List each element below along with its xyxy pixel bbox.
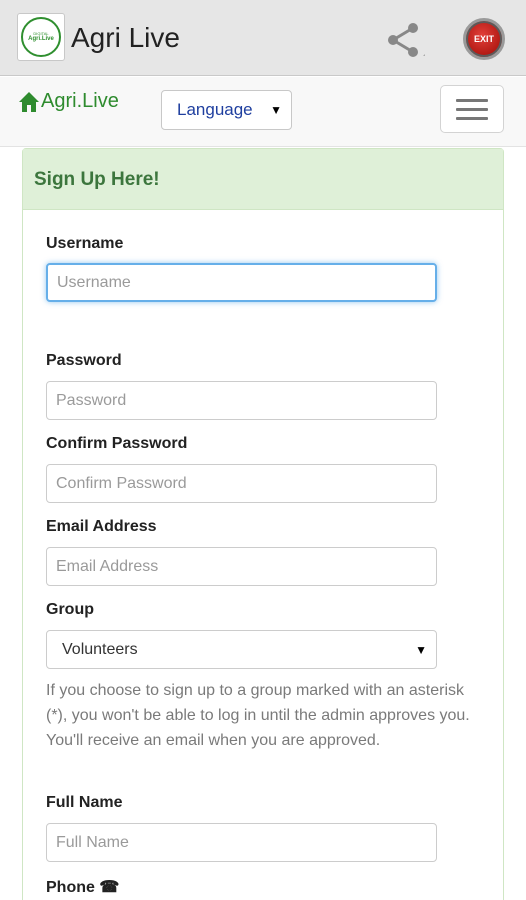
- home-icon: [19, 91, 39, 112]
- confirm-password-input[interactable]: [46, 464, 437, 503]
- hamburger-line: [456, 98, 488, 102]
- email-input[interactable]: [46, 547, 437, 586]
- share-button[interactable]: [382, 18, 428, 62]
- group-select[interactable]: Volunteers ▼: [46, 630, 437, 669]
- language-select-value: Language: [177, 100, 253, 119]
- username-label: Username: [46, 235, 124, 252]
- chevron-down-icon: ▼: [270, 103, 282, 117]
- hamburger-line: [456, 116, 488, 120]
- app-logo: DIGITAL Agri.Live: [17, 13, 65, 61]
- panel-heading: Sign Up Here!: [23, 149, 503, 210]
- brand-link[interactable]: Agri.Live: [18, 90, 119, 113]
- username-input[interactable]: [46, 263, 437, 302]
- logo-badge: DIGITAL Agri.Live: [21, 17, 61, 57]
- language-select[interactable]: Language ▼: [161, 90, 292, 130]
- password-label: Password: [46, 352, 122, 369]
- phone-label: Phone ☎: [46, 879, 120, 896]
- exit-label: EXIT: [473, 34, 494, 44]
- group-label: Group: [46, 601, 94, 618]
- site-navbar: Agri.Live Language ▼: [0, 77, 526, 147]
- confirm-password-label: Confirm Password: [46, 435, 188, 452]
- hamburger-line: [456, 107, 488, 111]
- share-icon: [388, 23, 425, 57]
- email-label: Email Address: [46, 518, 157, 535]
- group-help-text: If you choose to sign up to a group mark…: [46, 682, 470, 749]
- menu-toggle-button[interactable]: [440, 85, 504, 133]
- fullname-label: Full Name: [46, 794, 123, 811]
- app-bar: DIGITAL Agri.Live Agri Live EXIT: [0, 0, 526, 76]
- group-select-value: Volunteers: [62, 640, 138, 658]
- brand-name: Agri.Live: [41, 90, 119, 112]
- chevron-down-icon: ▼: [415, 643, 427, 657]
- exit-button[interactable]: EXIT: [463, 18, 505, 60]
- app-title: Agri Live: [71, 22, 180, 53]
- password-input[interactable]: [46, 381, 437, 420]
- logo-text: Agri.Live: [28, 36, 54, 42]
- fullname-input[interactable]: [46, 823, 437, 862]
